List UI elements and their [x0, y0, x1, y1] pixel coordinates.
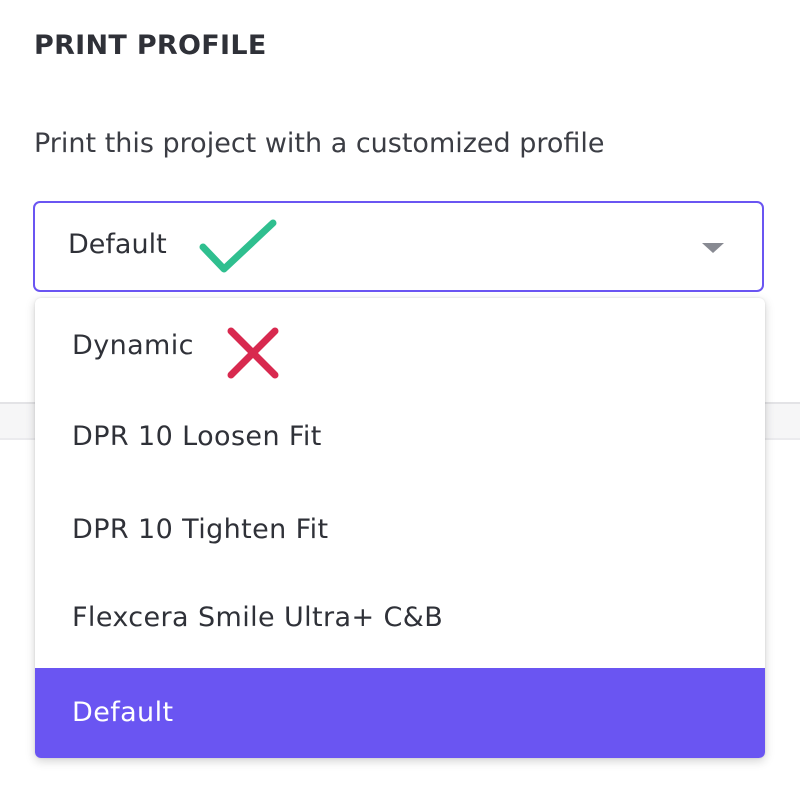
cross-icon — [227, 327, 279, 379]
option-label: Dynamic — [72, 330, 194, 361]
check-icon — [199, 219, 277, 273]
profile-dropdown-menu: Dynamic DPR 10 Loosen Fit DPR 10 Tighten… — [35, 298, 765, 758]
print-profile-panel: PRINT PROFILE Print this project with a … — [0, 0, 800, 800]
print-profile-select[interactable]: Default — [33, 201, 764, 292]
option-dpr10-tighten-fit[interactable]: DPR 10 Tighten Fit — [35, 485, 765, 575]
caret-down-icon[interactable] — [702, 243, 724, 253]
section-description: Print this project with a customized pro… — [34, 128, 605, 159]
option-flexcera-smile-ultra[interactable]: Flexcera Smile Ultra+ C&B — [35, 573, 765, 663]
select-value: Default — [68, 229, 167, 260]
section-title: PRINT PROFILE — [34, 30, 267, 61]
option-dpr10-loosen-fit[interactable]: DPR 10 Loosen Fit — [35, 392, 765, 482]
option-default-selected[interactable]: Default — [35, 668, 765, 758]
option-dynamic[interactable]: Dynamic — [35, 301, 765, 391]
